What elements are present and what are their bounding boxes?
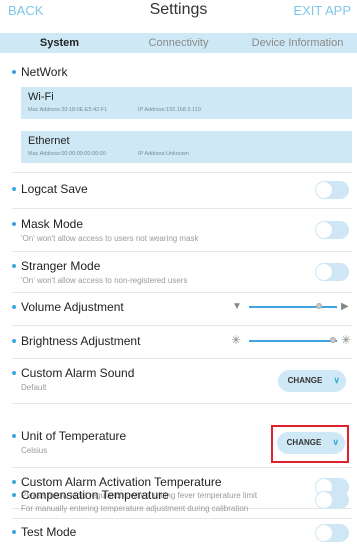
- divider: [12, 358, 352, 359]
- bullet-icon: [12, 305, 16, 309]
- stranger-mode-description: 'On' won't allow access to non-registere…: [21, 276, 188, 285]
- mask-mode-toggle[interactable]: [315, 221, 349, 239]
- bullet-icon: [12, 339, 16, 343]
- highlight-box: [271, 425, 349, 463]
- divider: [12, 518, 352, 519]
- slider-thumb[interactable]: [330, 337, 336, 343]
- tab-device-information[interactable]: Device Information: [238, 33, 357, 53]
- slider-track: [249, 306, 337, 308]
- bullet-icon: [12, 493, 16, 497]
- alarm-sound-label: Custom Alarm Sound: [21, 366, 135, 380]
- change-button-label: CHANGE: [287, 376, 323, 385]
- brightness-row: Brightness Adjustment ✳ ✳: [0, 328, 357, 356]
- logcat-save-toggle[interactable]: [315, 181, 349, 199]
- stranger-mode-label: Stranger Mode: [21, 259, 101, 273]
- brightness-low-icon: ✳: [231, 333, 242, 347]
- logcat-save-label: Logcat Save: [21, 182, 88, 196]
- mask-mode-description: 'On' won't allow access to users not wea…: [21, 234, 199, 243]
- bullet-icon: [12, 530, 16, 534]
- volume-label: Volume Adjustment: [21, 300, 124, 314]
- alarm-sound-row: Custom Alarm Sound Default CHANGE ∨: [0, 361, 357, 401]
- test-mode-label: Test Mode: [21, 525, 77, 539]
- bullet-icon: [12, 264, 16, 268]
- bullet-icon: [12, 187, 16, 191]
- slider-thumb[interactable]: [316, 303, 322, 309]
- speaker-low-icon: ▼: [232, 301, 242, 312]
- alarm-sound-change-button[interactable]: CHANGE ∨: [278, 370, 346, 392]
- bullet-icon: [12, 371, 16, 375]
- divider: [12, 172, 352, 173]
- logcat-save-row: Logcat Save: [0, 176, 357, 204]
- bullet-icon: [12, 70, 16, 74]
- ethernet-card[interactable]: Ethernet Mac Address:00:00:00:00:00:00 I…: [21, 131, 352, 163]
- bullet-icon: [12, 222, 16, 226]
- toggle-knob: [316, 525, 332, 541]
- compensation-temperature-container: Compensation Temperature For manually en…: [0, 486, 357, 522]
- volume-slider[interactable]: [249, 301, 337, 313]
- brightness-label: Brightness Adjustment: [21, 334, 141, 348]
- test-mode-row: Test Mode: [0, 520, 357, 544]
- volume-row: Volume Adjustment ▼ ▶: [0, 294, 357, 322]
- divider: [12, 251, 352, 252]
- divider: [12, 467, 352, 468]
- temperature-unit-label: Unit of Temperature: [21, 429, 127, 443]
- stranger-mode-row: Stranger Mode 'On' won't allow access to…: [0, 254, 357, 290]
- wifi-card[interactable]: Wi-Fi Mac Address:20:18:0E:E5:42:F1 IP A…: [21, 87, 352, 119]
- top-bar: BACK Settings EXIT APP: [0, 0, 357, 28]
- compensation-temperature-label: Compensation Temperature: [21, 488, 169, 502]
- wifi-mac-address: Mac Address:20:18:0E:E5:42:F1: [28, 107, 108, 113]
- compensation-temperature-toggle[interactable]: [315, 491, 349, 509]
- chevron-down-icon: ∨: [333, 375, 340, 385]
- toggle-knob: [316, 264, 332, 280]
- network-label: NetWork: [21, 65, 68, 79]
- brightness-slider[interactable]: [249, 335, 337, 347]
- toggle-knob: [316, 492, 332, 508]
- divider: [12, 403, 352, 404]
- wifi-ip-address: IP Address:192.168.3.110: [138, 107, 201, 113]
- test-mode-toggle[interactable]: [315, 524, 349, 542]
- mask-mode-label: Mask Mode: [21, 217, 84, 231]
- ethernet-ip-address: IP Address:Unknown: [138, 151, 189, 157]
- divider: [12, 292, 352, 293]
- exit-app-button[interactable]: EXIT APP: [293, 3, 351, 18]
- ethernet-title: Ethernet: [28, 135, 70, 147]
- compensation-temperature-description: For manually entering temperature adjust…: [21, 504, 249, 513]
- stranger-mode-toggle[interactable]: [315, 263, 349, 281]
- alarm-sound-value: Default: [21, 383, 47, 392]
- tab-bar: System Connectivity Device Information: [0, 33, 357, 53]
- ethernet-mac-address: Mac Address:00:00:00:00:00:00: [28, 151, 106, 157]
- brightness-high-icon: ✳: [341, 333, 352, 347]
- bullet-icon: [12, 434, 16, 438]
- temperature-unit-value: Celsius: [21, 446, 48, 455]
- speaker-high-icon: ▶: [341, 301, 349, 312]
- wifi-title: Wi-Fi: [28, 91, 54, 103]
- mask-mode-row: Mask Mode 'On' won't allow access to use…: [0, 212, 357, 248]
- slider-track: [249, 340, 337, 342]
- tab-connectivity[interactable]: Connectivity: [119, 33, 238, 53]
- tab-system[interactable]: System: [0, 33, 119, 53]
- divider: [12, 208, 352, 209]
- toggle-knob: [316, 182, 332, 198]
- divider: [12, 325, 352, 326]
- toggle-knob: [316, 222, 332, 238]
- network-section: NetWork: [0, 58, 357, 86]
